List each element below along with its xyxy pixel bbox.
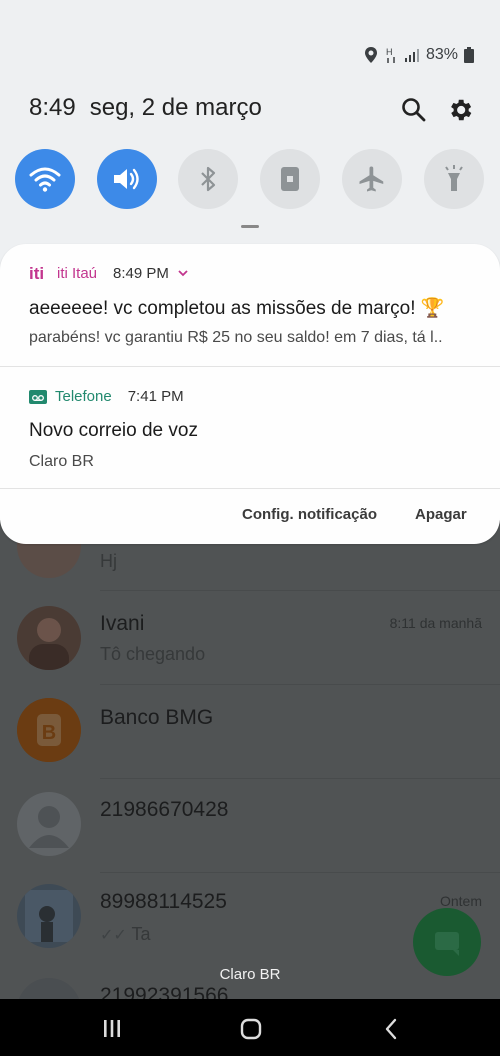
notification-title: aeeeeee! vc completou as missões de març… [29,298,445,319]
clock: 8:49 [29,94,76,121]
notification-settings-button[interactable]: Config. notificação [242,506,377,523]
clear-all-button[interactable]: Apagar [415,506,467,523]
wifi-icon [29,167,61,192]
notification-body: parabéns! vc garantiu R$ 25 no seu saldo… [29,329,443,346]
chat-preview-text: Ta [131,924,151,944]
quick-panel: H 83% 8:49 seg, 2 de março [0,0,500,260]
flashlight-icon [445,165,463,191]
notification-card: iti iti Itaú 8:49 PM aeeeeee! vc complet… [0,244,500,544]
notification-title: Novo correio de voz [29,420,198,441]
notification-app-name: iti Itaú [57,264,98,282]
home-icon[interactable] [239,1017,263,1041]
notification-app-name: Telefone [55,388,112,405]
avatar [17,884,81,948]
recent-apps-icon[interactable] [100,1017,124,1041]
portrait-lock-icon [281,167,299,191]
chat-name: 21986670428 [100,798,229,821]
chevron-down-icon[interactable] [177,265,189,282]
chat-time: 8:11 da manhã [389,615,482,631]
chat-preview: ✓✓ Ta [100,924,151,945]
chat-name: Ivani [100,612,145,635]
wifi-toggle[interactable] [15,149,75,209]
bmg-logo-avatar: B [17,698,81,762]
rotation-lock-toggle[interactable] [260,149,320,209]
notification-time: 7:41 PM [127,388,184,405]
iti-app-icon: iti [29,264,44,282]
divider [0,366,500,367]
status-bar: H 83% [364,46,474,64]
search-icon[interactable] [400,96,428,124]
double-check-icon: ✓✓ [100,927,127,944]
svg-text:H: H [386,47,393,57]
voicemail-icon [29,389,47,404]
notification-body: Claro BR [29,453,94,470]
notification-header: Telefone 7:41 PM [29,388,184,405]
sound-toggle[interactable] [97,149,157,209]
airplane-mode-toggle[interactable] [342,149,402,209]
chat-name: 89988114525 [100,890,227,913]
bluetooth-toggle[interactable] [178,149,238,209]
chat-preview: Hj [100,551,117,571]
list-item: 21986670428 [0,778,500,870]
panel-handle[interactable] [241,225,259,228]
divider [0,488,500,489]
flashlight-toggle[interactable] [424,149,484,209]
svg-text:iti: iti [29,264,44,282]
list-item: B Banco BMG [0,684,500,776]
navigation-bar [0,999,500,1056]
default-avatar [17,792,81,856]
bluetooth-icon [201,166,216,192]
airplane-icon [359,166,384,192]
list-item: Ivani 8:11 da manhã Tô chegando [0,590,500,682]
notification-time: 8:49 PM [113,264,169,282]
chat-preview: Tô chegando [100,644,206,664]
battery-percent: 83% [425,46,458,63]
chat-name: Banco BMG [100,706,214,729]
hplus-network-icon: H [386,47,395,63]
back-icon[interactable] [380,1017,404,1041]
quick-toggles [15,149,485,209]
notification-header: iti iti Itaú 8:49 PM [29,264,189,282]
svg-text:B: B [42,722,56,744]
carrier-label: Claro BR [219,966,281,983]
chat-time: Ontem [439,893,482,909]
location-icon [364,47,377,63]
signal-icon [404,49,419,62]
chat-name: 21992391566 [100,984,229,1000]
volume-icon [114,168,139,190]
date-time: 8:49 seg, 2 de março [29,94,262,122]
gear-icon[interactable] [446,96,474,124]
date: seg, 2 de março [89,94,262,121]
battery-icon [464,47,474,63]
avatar [17,606,81,670]
